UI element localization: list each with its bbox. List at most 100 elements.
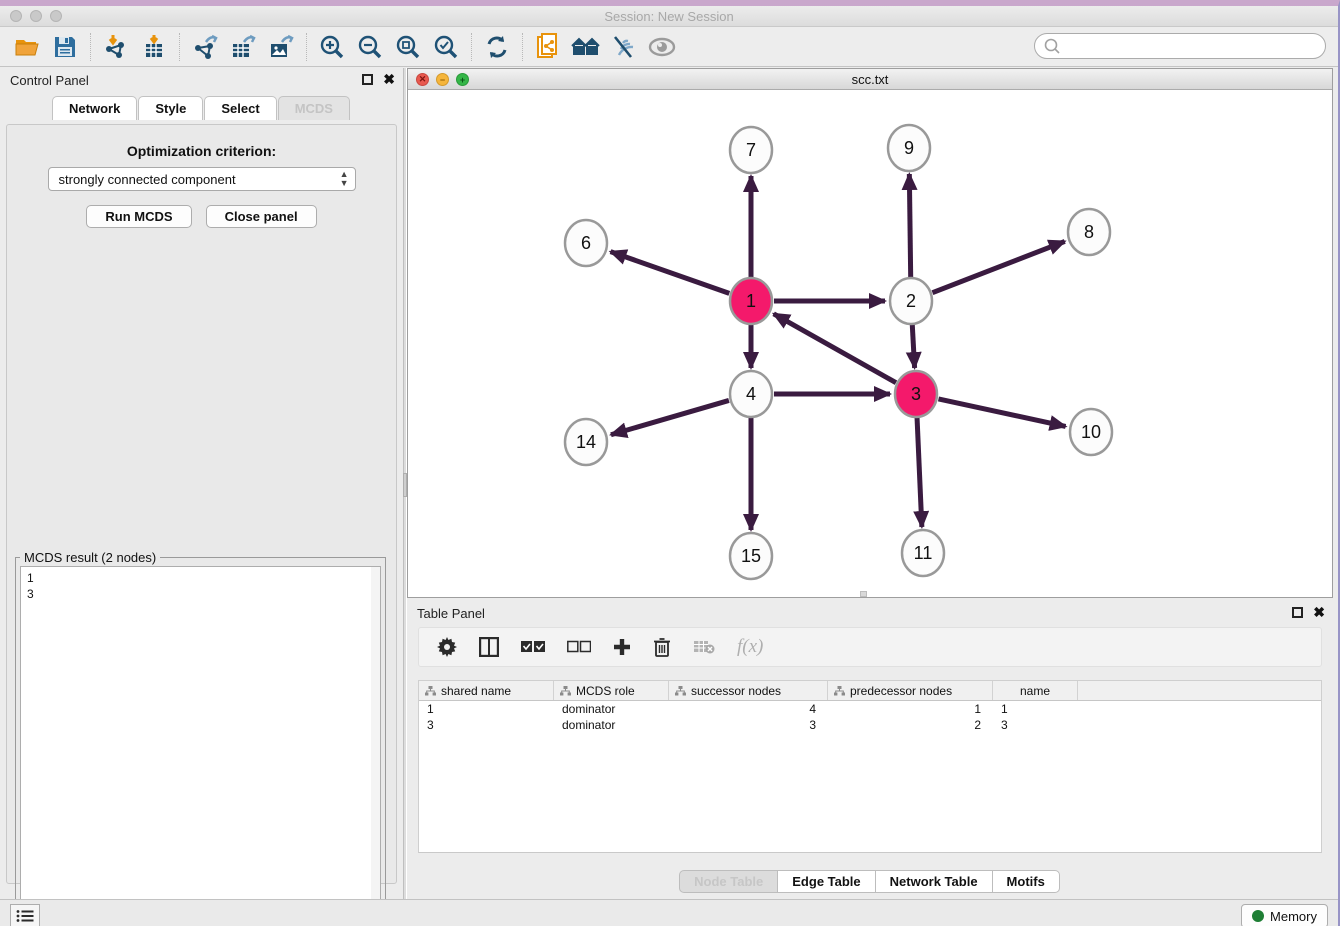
- cell-shared-name[interactable]: 3: [419, 717, 554, 733]
- home-icon[interactable]: [567, 31, 605, 63]
- graph-edge-4-14[interactable]: [611, 400, 729, 434]
- tab-style[interactable]: Style: [138, 96, 203, 120]
- cell-predecessor-nodes[interactable]: 2: [828, 717, 993, 733]
- graph-node-label: 6: [581, 233, 591, 253]
- cell-name[interactable]: 1: [993, 701, 1078, 717]
- table-row[interactable]: 3 dominator 3 2 3: [419, 717, 1321, 733]
- select-all-icon[interactable]: [521, 640, 545, 654]
- graph-edge-3-1[interactable]: [774, 314, 896, 383]
- graph-node-8[interactable]: 8: [1068, 209, 1110, 255]
- graph-node-label: 15: [741, 546, 761, 566]
- tab-edge-table[interactable]: Edge Table: [777, 870, 875, 893]
- birdseye-icon[interactable]: [643, 31, 681, 63]
- zoom-out-icon[interactable]: [351, 31, 389, 63]
- clear-selection-icon[interactable]: [567, 640, 591, 654]
- delete-icon[interactable]: [653, 637, 671, 657]
- table-row[interactable]: 1 dominator 4 1 1: [419, 701, 1321, 717]
- run-mcds-button[interactable]: Run MCDS: [86, 205, 191, 228]
- gear-icon[interactable]: [437, 637, 457, 657]
- graph-node-label: 2: [906, 291, 916, 311]
- graph-edge-3-10[interactable]: [938, 399, 1065, 427]
- close-panel-button[interactable]: Close panel: [206, 205, 317, 228]
- graph-node-10[interactable]: 10: [1070, 409, 1112, 455]
- tab-node-table[interactable]: Node Table: [679, 870, 778, 893]
- tab-network[interactable]: Network: [52, 96, 137, 120]
- close-panel-icon[interactable]: ✖: [383, 71, 395, 88]
- import-table-icon[interactable]: [135, 31, 173, 63]
- control-panel: Control Panel ✖ Network Style Select MCD…: [0, 68, 403, 899]
- search-input[interactable]: [1034, 33, 1326, 59]
- network-canvas[interactable]: 7 9 6 8 1 2 4 3 14 10 15 11: [408, 90, 1332, 596]
- graph-edge-2-3[interactable]: [912, 324, 914, 368]
- graph-node-1[interactable]: 1: [730, 278, 772, 324]
- delete-table-icon[interactable]: [693, 639, 715, 655]
- optimization-criterion-select[interactable]: strongly connected component ▲▼: [48, 167, 356, 191]
- function-builder-icon[interactable]: f(x): [737, 636, 763, 658]
- export-network-icon[interactable]: [186, 31, 224, 63]
- graph-node-7[interactable]: 7: [730, 127, 772, 173]
- graph-node-15[interactable]: 15: [730, 533, 772, 579]
- network-graph[interactable]: 7 9 6 8 1 2 4 3 14 10 15 11: [408, 90, 1332, 596]
- optimization-criterion-label: Optimization criterion:: [7, 143, 396, 159]
- task-history-button[interactable]: [10, 904, 40, 926]
- graph-edge-2-8[interactable]: [932, 241, 1064, 292]
- window-resize-handle[interactable]: [860, 591, 867, 597]
- network-window-titlebar[interactable]: ✕ − + scc.txt: [408, 69, 1332, 90]
- column-header-successor-nodes[interactable]: successor nodes: [669, 681, 828, 700]
- memory-button[interactable]: Memory: [1241, 904, 1328, 926]
- tab-network-table[interactable]: Network Table: [875, 870, 993, 893]
- cell-predecessor-nodes[interactable]: 1: [828, 701, 993, 717]
- search-icon: [1043, 37, 1061, 55]
- column-header-predecessor-nodes[interactable]: predecessor nodes: [828, 681, 993, 700]
- add-icon[interactable]: [613, 638, 631, 656]
- float-table-panel-icon[interactable]: [1292, 607, 1303, 618]
- cell-name[interactable]: 3: [993, 717, 1078, 733]
- tab-motifs[interactable]: Motifs: [992, 870, 1060, 893]
- columns-icon[interactable]: [479, 637, 499, 657]
- tab-mcds[interactable]: MCDS: [278, 96, 350, 120]
- table-tabs: Node Table Edge Table Network Table Moti…: [407, 870, 1333, 893]
- zoom-selected-icon[interactable]: [427, 31, 465, 63]
- cell-successor-nodes[interactable]: 3: [669, 717, 828, 733]
- zoom-fit-icon[interactable]: [389, 31, 427, 63]
- column-header-mcds-role[interactable]: MCDS role: [554, 681, 669, 700]
- graph-node-14[interactable]: 14: [565, 419, 607, 465]
- toggle-details-icon[interactable]: [605, 31, 643, 63]
- import-network-icon[interactable]: [97, 31, 135, 63]
- open-session-icon[interactable]: [8, 31, 46, 63]
- column-header-shared-name[interactable]: shared name: [419, 681, 554, 700]
- mcds-result-title: MCDS result (2 nodes): [20, 550, 160, 565]
- cell-mcds-role[interactable]: dominator: [554, 717, 669, 733]
- toolbar-separator: [179, 33, 180, 61]
- result-scrollbar[interactable]: [371, 567, 380, 923]
- new-network-icon[interactable]: [529, 31, 567, 63]
- control-panel-header: Control Panel ✖: [0, 68, 403, 94]
- cell-successor-nodes[interactable]: 4: [669, 701, 828, 717]
- tab-select[interactable]: Select: [204, 96, 276, 120]
- graph-node-2[interactable]: 2: [890, 278, 932, 324]
- mcds-result-textarea[interactable]: 1 3: [20, 566, 381, 924]
- column-header-name[interactable]: name: [993, 681, 1078, 700]
- graph-node-3[interactable]: 3: [895, 371, 937, 417]
- zoom-in-icon[interactable]: [313, 31, 351, 63]
- export-image-icon[interactable]: [262, 31, 300, 63]
- graph-node-4[interactable]: 4: [730, 371, 772, 417]
- toolbar-separator: [522, 33, 523, 61]
- close-table-panel-icon[interactable]: ✖: [1313, 604, 1325, 621]
- network-view-window: ✕ − + scc.txt 7 9 6 8 1 2 4 3 14 10 15 11: [407, 68, 1333, 598]
- cell-mcds-role[interactable]: dominator: [554, 701, 669, 717]
- cell-shared-name[interactable]: 1: [419, 701, 554, 717]
- apply-layout-icon[interactable]: [478, 31, 516, 63]
- graph-edge-2-9[interactable]: [909, 174, 910, 278]
- graph-node-9[interactable]: 9: [888, 125, 930, 171]
- export-table-icon[interactable]: [224, 31, 262, 63]
- float-panel-icon[interactable]: [362, 74, 373, 85]
- graph-node-6[interactable]: 6: [565, 220, 607, 266]
- tree-icon: [834, 686, 845, 696]
- graph-node-label: 1: [746, 291, 756, 311]
- graph-node-11[interactable]: 11: [902, 530, 944, 576]
- table-panel-header: Table Panel ✖: [407, 601, 1333, 627]
- graph-edge-3-11[interactable]: [917, 417, 922, 527]
- graph-edge-1-6[interactable]: [611, 252, 730, 294]
- save-session-icon[interactable]: [46, 31, 84, 63]
